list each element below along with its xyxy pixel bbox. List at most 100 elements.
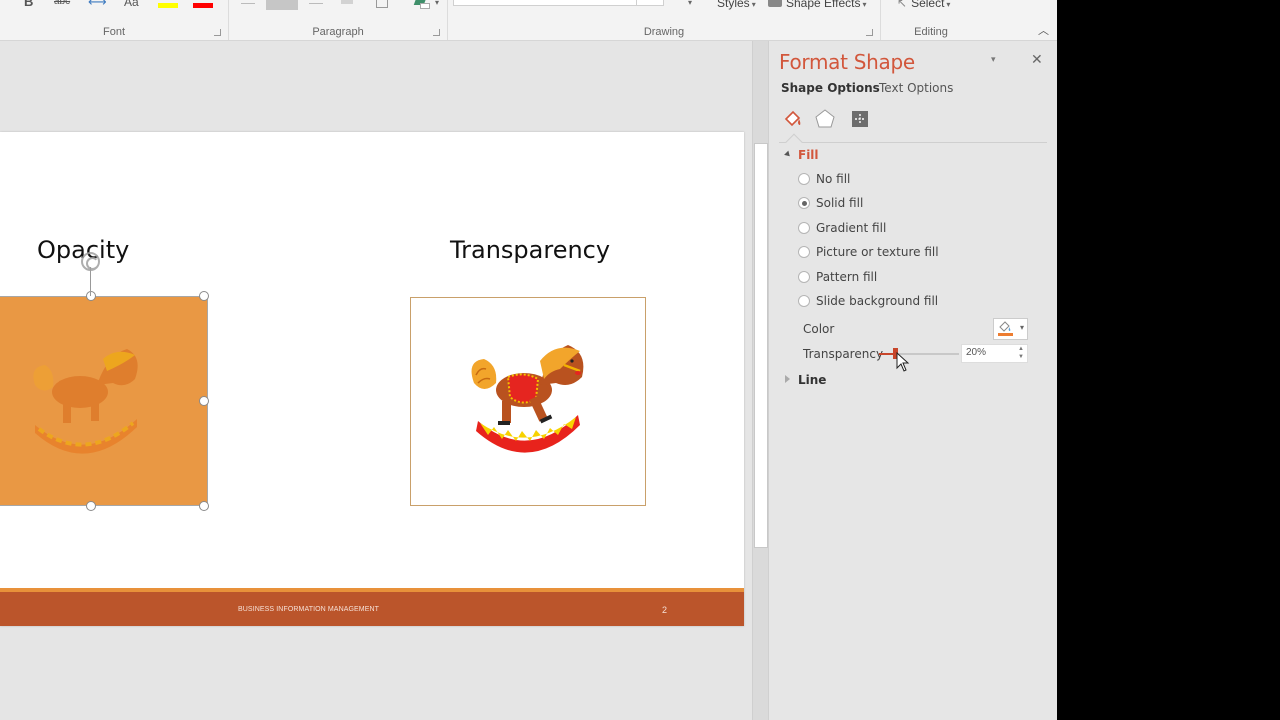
resize-handle-right[interactable] — [199, 396, 209, 406]
font-group: B abc ⟷ Aa Font — [0, 0, 228, 40]
font-color-icon[interactable] — [193, 0, 213, 8]
shape-effects-button[interactable]: Shape Effects ▾ — [768, 0, 867, 13]
highlight-swatch — [158, 3, 178, 8]
expanded-triangle-icon — [784, 150, 792, 159]
chevron-down-icon: ▾ — [1019, 323, 1024, 332]
rocking-horse-image-faded — [33, 349, 138, 454]
radio-label: Gradient fill — [816, 220, 887, 235]
transparency-title[interactable]: Transparency — [450, 236, 610, 264]
font-dialog-launcher[interactable] — [214, 29, 221, 36]
radio-label: Slide background fill — [816, 294, 939, 308]
shape-effects-label: Shape Effects — [786, 0, 861, 10]
fill-option-slide-background-fill[interactable]: Slide background fill — [798, 293, 938, 309]
line-section-header[interactable]: Line — [785, 373, 826, 387]
spin-arrows-icon[interactable]: ▲ ▼ — [1018, 345, 1024, 361]
scrollbar-thumb[interactable] — [754, 143, 768, 549]
pane-divider — [779, 142, 1047, 143]
format-shape-pane: Format Shape ▾ ✕ Shape Options Text Opti… — [768, 41, 1057, 720]
collapsed-triangle-icon — [785, 375, 790, 383]
shapes-gallery[interactable] — [453, 0, 637, 6]
radio-button[interactable] — [798, 295, 810, 307]
mouse-pointer-icon — [896, 352, 910, 372]
quick-styles-dropdown-icon[interactable]: ▾ — [688, 0, 692, 7]
line-section-label: Line — [798, 373, 827, 387]
align-center-icon[interactable] — [266, 0, 298, 10]
opacity-shape[interactable] — [0, 291, 209, 511]
quick-styles-label: Styles — [717, 0, 750, 10]
color-swatch — [998, 333, 1013, 336]
pane-options-dropdown-icon[interactable]: ▾ — [991, 54, 996, 65]
rocking-horse-image — [471, 345, 584, 453]
select-label: Select — [911, 0, 945, 10]
effects-icon[interactable] — [814, 108, 836, 130]
paragraph-group-label: Paragraph — [312, 26, 364, 38]
close-icon[interactable]: ✕ — [1031, 51, 1043, 68]
pane-title: Format Shape — [779, 50, 915, 74]
radio-button[interactable] — [798, 221, 810, 234]
justify-icon[interactable] — [341, 0, 353, 4]
footer-text[interactable]: BUSINESS INFORMATION MANAGEMENT — [238, 606, 379, 613]
align-right-icon[interactable] — [309, 3, 323, 4]
editing-group: ↖ Select ▾ Editing — [881, 0, 981, 40]
transparency-shape[interactable] — [410, 297, 646, 506]
editing-group-label: Editing — [914, 26, 948, 38]
radio-label: Pattern fill — [816, 269, 878, 284]
columns-icon[interactable] — [376, 0, 388, 8]
change-case-icon[interactable]: Aa — [124, 0, 139, 10]
resize-handle-top[interactable] — [86, 291, 96, 301]
fill-section-label: Fill — [798, 148, 819, 162]
strikethrough-icon[interactable]: abc — [54, 0, 70, 10]
radio-label: Solid fill — [816, 196, 864, 211]
color-label: Color — [803, 322, 835, 336]
fill-section-header[interactable]: Fill — [784, 148, 819, 162]
tab-text-options[interactable]: Text Options — [879, 81, 953, 95]
bold-icon[interactable]: B — [24, 0, 33, 10]
rotate-handle-icon[interactable] — [81, 252, 100, 271]
resize-handle-bottom-right[interactable] — [199, 501, 209, 511]
slide-footer: BUSINESS INFORMATION MANAGEMENT 2 — [0, 592, 744, 626]
convert-smartart-icon[interactable] — [413, 0, 431, 10]
radio-button[interactable] — [798, 270, 810, 283]
character-spacing-icon[interactable]: ⟷ — [88, 0, 107, 10]
ribbon: B abc ⟷ Aa Font ▾ Paragraph ▾ Styles ▾ S… — [0, 0, 1057, 41]
drawing-dialog-launcher[interactable] — [866, 29, 873, 36]
radio-label: No fill — [816, 172, 851, 186]
size-properties-icon[interactable] — [849, 108, 871, 130]
transparency-spinner[interactable]: 20% ▲ ▼ — [961, 344, 1028, 363]
highlight-color-icon[interactable] — [158, 0, 178, 8]
fill-option-pattern-fill[interactable]: Pattern fill — [798, 269, 877, 285]
paragraph-dialog-launcher[interactable] — [433, 29, 440, 36]
shapes-gallery-more[interactable] — [636, 0, 664, 6]
shape-effects-icon — [768, 0, 782, 7]
resize-handle-top-right[interactable] — [199, 291, 209, 301]
drawing-group: ▾ Styles ▾ Shape Effects ▾ Drawing — [448, 0, 880, 40]
radio-button[interactable] — [798, 246, 810, 259]
paint-bucket-icon — [999, 321, 1011, 332]
font-color-swatch — [193, 3, 213, 8]
transparency-value[interactable]: 20% — [966, 347, 986, 358]
slide[interactable]: Opacity Transparency BUSINESS INFORMATIO… — [0, 132, 744, 626]
smartart-dropdown-icon[interactable]: ▾ — [435, 0, 439, 7]
tab-shape-options[interactable]: Shape Options — [781, 81, 880, 95]
align-left-icon[interactable] — [241, 3, 255, 4]
collapse-ribbon-icon[interactable]: ︿ — [1038, 22, 1049, 38]
slide-editing-area: Opacity Transparency BUSINESS INFORMATIO… — [0, 41, 752, 720]
fill-line-icon[interactable] — [782, 108, 804, 130]
paragraph-group: ▾ Paragraph — [229, 0, 447, 40]
fill-color-picker[interactable]: ▾ — [993, 318, 1028, 340]
transparency-label: Transparency — [803, 347, 884, 361]
select-cursor-icon: ↖ — [897, 0, 908, 10]
radio-label: Picture or texture fill — [816, 245, 939, 260]
fill-option-picture-or-texture-fill[interactable]: Picture or texture fill — [798, 244, 939, 260]
transparency-slider[interactable] — [879, 348, 959, 359]
select-button[interactable]: ↖ Select ▾ — [897, 0, 950, 13]
radio-button[interactable] — [798, 197, 810, 210]
fill-option-solid-fill[interactable]: Solid fill — [798, 195, 863, 211]
fill-option-gradient-fill[interactable]: Gradient fill — [798, 220, 886, 236]
quick-styles-button[interactable]: Styles ▾ — [717, 0, 756, 13]
slide-page-number[interactable]: 2 — [662, 605, 667, 615]
fill-option-no-fill[interactable]: No fill — [798, 171, 850, 187]
radio-button[interactable] — [798, 173, 810, 185]
resize-handle-bottom[interactable] — [86, 501, 96, 511]
vertical-scrollbar[interactable] — [752, 41, 768, 720]
